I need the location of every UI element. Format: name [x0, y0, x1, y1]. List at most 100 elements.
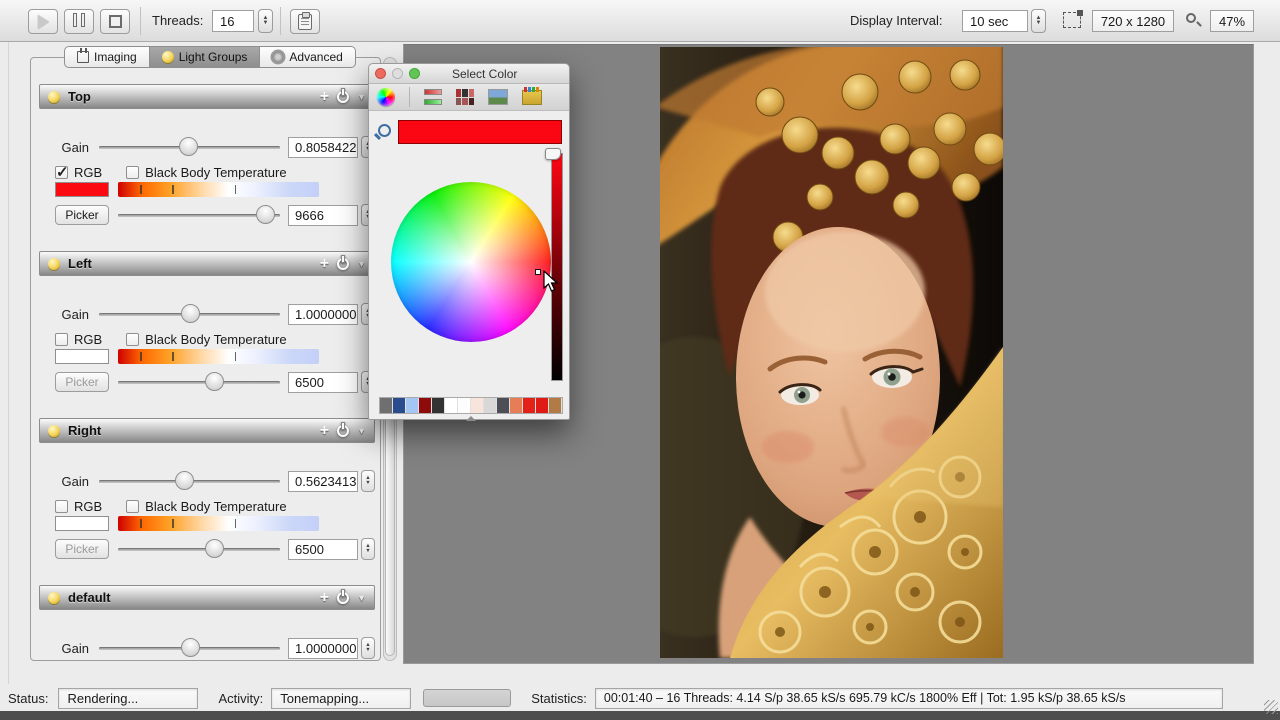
stop-icon [109, 15, 122, 28]
color-sliders-mode-icon[interactable] [424, 89, 442, 105]
gain-label: Gain [39, 140, 99, 155]
rgb-checkbox[interactable] [55, 166, 68, 179]
close-icon[interactable] [375, 68, 386, 79]
add-icon[interactable]: + [320, 88, 329, 106]
swatch[interactable] [419, 398, 432, 413]
swatch[interactable] [432, 398, 445, 413]
temperature-value-field[interactable]: 9666 [288, 205, 358, 226]
color-palettes-mode-icon[interactable] [456, 89, 474, 105]
temperature-value-field[interactable]: 6500 [288, 372, 358, 393]
color-swatch[interactable] [55, 349, 109, 364]
bbt-label: Black Body Temperature [145, 332, 286, 347]
add-icon[interactable]: + [320, 255, 329, 273]
swatch[interactable] [458, 398, 471, 413]
swatch[interactable] [445, 398, 458, 413]
minimize-icon[interactable] [392, 68, 403, 79]
temperature-slider[interactable] [118, 204, 280, 226]
color-swatch[interactable] [55, 516, 109, 531]
chevron-down-icon[interactable]: ▼ [357, 259, 366, 269]
group-name: default [68, 590, 111, 605]
swatch[interactable] [406, 398, 419, 413]
gain-value-field[interactable]: 0.8058422 [288, 137, 358, 158]
display-interval-input[interactable]: 10 sec [962, 10, 1028, 32]
stop-button[interactable] [100, 9, 130, 34]
bbt-checkbox[interactable] [126, 500, 139, 513]
dialog-titlebar[interactable]: Select Color [369, 64, 569, 84]
swatch-drawer-handle[interactable] [466, 416, 476, 421]
tab-imaging[interactable]: Imaging [64, 46, 150, 68]
chevron-down-icon[interactable]: ▼ [357, 426, 366, 436]
gain-slider[interactable] [99, 303, 280, 325]
group-header-left[interactable]: Left + ▼ [39, 251, 375, 276]
swatch[interactable] [393, 398, 406, 413]
color-wheel-marker[interactable] [535, 269, 541, 275]
gain-slider[interactable] [99, 136, 280, 158]
picker-button[interactable]: Picker [55, 205, 109, 225]
color-swatch[interactable] [55, 182, 109, 197]
bbt-checkbox[interactable] [126, 333, 139, 346]
threads-stepper[interactable]: ▲▼ [258, 9, 273, 33]
picker-button[interactable]: Picker [55, 539, 109, 559]
swatch[interactable] [510, 398, 523, 413]
resize-grip[interactable] [1264, 700, 1278, 714]
dialog-title: Select Color [452, 67, 517, 81]
gain-slider[interactable] [99, 637, 280, 659]
resize-render-icon[interactable] [1063, 12, 1081, 28]
power-icon[interactable] [337, 91, 349, 103]
add-icon[interactable]: + [320, 422, 329, 440]
temperature-value-field[interactable]: 6500 [288, 539, 358, 560]
rgb-checkbox[interactable] [55, 500, 68, 513]
swatch[interactable] [536, 398, 549, 413]
picker-button[interactable]: Picker [55, 372, 109, 392]
gain-stepper[interactable]: ▲▼ [361, 637, 375, 659]
color-wheel[interactable] [391, 182, 551, 342]
brightness-slider[interactable] [551, 153, 563, 381]
zoom-icon[interactable] [409, 68, 420, 79]
gain-slider[interactable] [99, 470, 280, 492]
chevron-down-icon[interactable]: ▼ [357, 92, 366, 102]
gain-stepper[interactable]: ▲▼ [361, 470, 375, 492]
statistics-field: 00:01:40 – 16 Threads: 4.14 S/p 38.65 kS… [595, 688, 1223, 709]
group-header-right[interactable]: Right + ▼ [39, 418, 375, 443]
rgb-checkbox[interactable] [55, 333, 68, 346]
temperature-slider[interactable] [118, 538, 280, 560]
bbt-checkbox[interactable] [126, 166, 139, 179]
copy-button[interactable] [290, 9, 320, 34]
temperature-stepper[interactable]: ▲▼ [361, 538, 375, 560]
toolbar-separator [280, 7, 281, 35]
swatch[interactable] [497, 398, 510, 413]
group-header-top[interactable]: Top + ▼ [39, 84, 375, 109]
rgb-label: RGB [74, 499, 102, 514]
gain-value-field[interactable]: 1.0000000 [288, 638, 358, 659]
gain-label: Gain [39, 641, 99, 656]
color-wheel-mode-icon[interactable] [377, 88, 395, 106]
gain-value-field[interactable]: 1.0000000 [288, 304, 358, 325]
power-icon[interactable] [337, 425, 349, 437]
group-name: Top [68, 89, 91, 104]
zoom-loupe-icon[interactable] [1186, 13, 1196, 23]
panel-divider [8, 42, 9, 684]
image-palettes-mode-icon[interactable] [488, 89, 508, 105]
tab-advanced[interactable]: Advanced [260, 46, 355, 68]
pause-button[interactable] [64, 9, 94, 34]
gain-value-field[interactable]: 0.5623413 [288, 471, 358, 492]
magnifier-icon[interactable] [378, 124, 391, 137]
brightness-slider-thumb[interactable] [545, 148, 561, 160]
add-icon[interactable]: + [320, 589, 329, 607]
display-interval-stepper[interactable]: ▲▼ [1031, 9, 1046, 33]
swatch[interactable] [549, 398, 562, 413]
play-button[interactable] [28, 9, 58, 34]
chevron-down-icon[interactable]: ▼ [357, 593, 366, 603]
swatch[interactable] [471, 398, 484, 413]
threads-input[interactable]: 16 [212, 10, 254, 32]
swatch[interactable] [523, 398, 536, 413]
power-icon[interactable] [337, 258, 349, 270]
rendered-image [660, 47, 1003, 658]
power-icon[interactable] [337, 592, 349, 604]
temperature-slider[interactable] [118, 371, 280, 393]
swatch[interactable] [380, 398, 393, 413]
group-header-default[interactable]: default + ▼ [39, 585, 375, 610]
tab-light-groups[interactable]: Light Groups [150, 46, 261, 68]
swatch[interactable] [484, 398, 497, 413]
crayons-mode-icon[interactable] [522, 90, 542, 105]
